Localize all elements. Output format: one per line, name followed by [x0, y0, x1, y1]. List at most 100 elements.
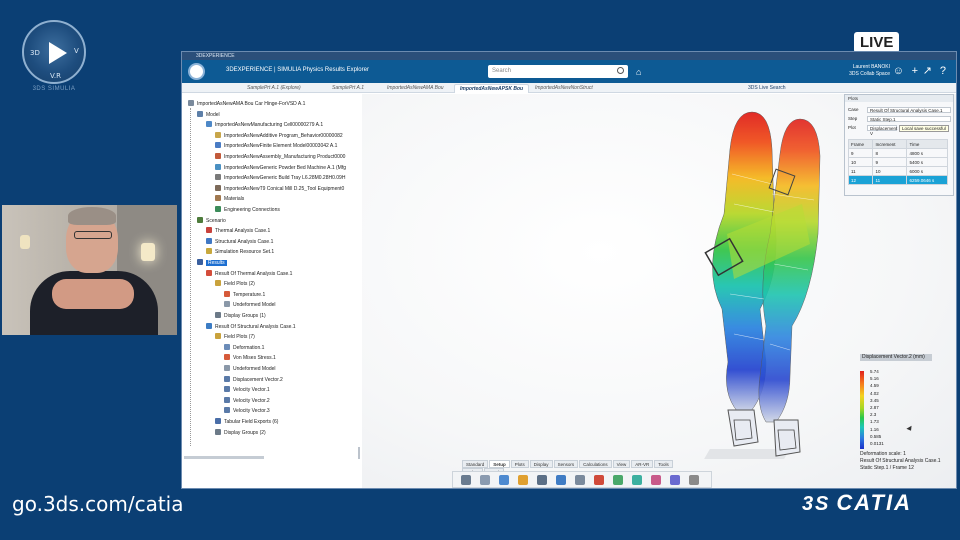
tag-icon[interactable]: ⌂ — [636, 67, 641, 77]
step-label: Step — [848, 116, 858, 121]
tree-node[interactable]: Scenario — [197, 216, 226, 225]
tree-node[interactable]: Field Plots (2) — [215, 280, 255, 288]
camera-icon[interactable] — [537, 475, 547, 485]
table-row-selected[interactable]: 12 11 6259.0646 s — [847, 175, 948, 185]
action-bar: Standard Setup Plots Display Sensors Calculat… — [452, 460, 712, 488]
3d-vr-badge-logo: 3D V V.R — [22, 20, 86, 84]
undo-icon[interactable] — [461, 475, 471, 485]
specification-tree[interactable]: ImportedAsNewAMA Bou Car Hinge-ForVSD A.… — [184, 100, 364, 480]
col-frame[interactable]: Frame — [847, 139, 874, 149]
action-tab[interactable]: Setup — [489, 460, 510, 468]
action-tab[interactable]: Display — [529, 460, 553, 468]
tree-node[interactable]: Thermal Analysis Case.1 — [206, 227, 270, 235]
search-input[interactable]: Search — [488, 65, 628, 78]
tree-node[interactable]: Materials — [215, 195, 244, 203]
tab-imported-apsk[interactable]: ImportedAsNewAPSK Bou — [454, 84, 530, 93]
tree-node[interactable]: Field Plots (7) — [215, 333, 255, 341]
tree-node-label: Field Plots (7) — [224, 334, 255, 341]
action-tab[interactable]: Calculations — [579, 460, 612, 468]
animate-icon[interactable] — [613, 475, 623, 485]
tree-node[interactable]: ImportedAsNewManufacturing Cell00000279 … — [206, 121, 323, 129]
tree-scrollbar[interactable] — [184, 456, 264, 459]
table-row[interactable]: 10 9 5400 s — [847, 157, 948, 167]
tree-node-icon — [224, 407, 230, 414]
tree-node[interactable]: Displacement Vector.2 — [224, 375, 283, 384]
tab-imported-ama[interactable]: ImportedAsNewAMA Bou — [382, 84, 449, 93]
tree-node[interactable]: Undeformed Model — [224, 301, 276, 309]
tree-node[interactable]: ImportedAsNewFinite Element Model0000304… — [215, 142, 337, 150]
tree-node[interactable]: ImportedAsNewT9 Conical Mill D.25_Tool E… — [215, 184, 344, 193]
legend-value: 5.16 — [870, 376, 879, 382]
step-select[interactable]: Static Step.1 — [867, 116, 951, 122]
share-icon[interactable]: ↗ — [923, 65, 932, 77]
tree-node-icon — [215, 428, 221, 435]
action-tab[interactable]: Standard — [462, 460, 489, 468]
plot-select[interactable]: Displacement V — [867, 125, 897, 136]
legend-title[interactable]: Displacement Vector.2 (mm) — [860, 354, 932, 361]
tree-node-icon — [224, 365, 230, 371]
tree-node[interactable]: Velocity Vector.2 — [224, 396, 270, 405]
legend-value: 2.87 — [870, 405, 879, 410]
action-tab[interactable]: Plots — [510, 460, 529, 468]
tree-node[interactable]: ImportedAsNewGeneric Powder Bed Machine … — [215, 163, 346, 172]
col-time[interactable]: Time — [906, 139, 948, 149]
clip-icon[interactable] — [651, 475, 661, 485]
frames-table[interactable]: Frame Increment Time 9 8 4800 s 10 9 5400 s … — [847, 139, 948, 185]
search-icon[interactable] — [617, 67, 624, 74]
tree-node-label: Tabular Field Exports (6) — [224, 419, 279, 425]
legend-value: 3.45 — [870, 397, 879, 403]
model-icon[interactable] — [499, 475, 509, 485]
tree-node-icon — [215, 174, 221, 181]
tree-node[interactable]: Velocity Vector.1 — [224, 386, 270, 394]
tree-node[interactable]: Result Of Structural Analysis Case.1 — [206, 322, 296, 331]
panel-splitter[interactable] — [358, 447, 360, 459]
tree-node[interactable]: Temperature.1 — [224, 290, 265, 299]
tab-sampleprt-explore[interactable]: SamplePrt A.1 (Explore) — [242, 84, 306, 93]
help-icon[interactable]: ? — [940, 65, 946, 77]
tree-node[interactable]: Deformation.1 — [224, 343, 264, 352]
action-tab[interactable]: View — [612, 460, 631, 468]
tree-node-icon — [215, 206, 221, 212]
live-search-link[interactable]: 3DS Live Search — [748, 85, 786, 91]
tree-node[interactable]: ImportedAsNewAdditive Program_Behavior00… — [215, 131, 343, 140]
tree-node[interactable]: Undeformed Model — [224, 365, 276, 373]
compass-icon[interactable] — [188, 63, 205, 80]
cube-icon[interactable] — [480, 475, 490, 485]
tree-node[interactable]: Velocity Vector.3 — [224, 407, 270, 415]
tree-node[interactable]: Engineering Connections — [215, 206, 280, 214]
compare-icon[interactable] — [670, 475, 680, 485]
table-row[interactable]: 9 8 4800 s — [847, 148, 948, 158]
tree-node[interactable]: Model — [197, 110, 220, 119]
action-tab[interactable]: Tools — [654, 460, 673, 468]
action-tab[interactable]: Sensors — [553, 460, 579, 468]
tree-node[interactable]: Result Of Thermal Analysis Case.1 — [206, 269, 292, 278]
axis-icon[interactable] — [594, 475, 604, 485]
settings-icon[interactable] — [689, 475, 699, 485]
palette-icon[interactable] — [518, 475, 528, 485]
tree-node[interactable]: Simulation Resource Set.1 — [206, 248, 274, 256]
person-icon[interactable]: ☺ — [893, 65, 904, 77]
table-icon[interactable] — [556, 475, 566, 485]
col-increment[interactable]: Increment — [872, 139, 908, 149]
tree-node[interactable]: Display Groups (1) — [215, 312, 266, 320]
plus-icon[interactable]: + — [912, 65, 918, 77]
tree-node[interactable]: ImportedAsNewAssembly_Manufacturing Prod… — [215, 153, 345, 161]
user-info[interactable]: Laurent BANOKI 3DS Collab Space — [849, 64, 890, 78]
plot-label: Plot — [848, 125, 856, 130]
sensor-icon[interactable] — [632, 475, 642, 485]
tree-node[interactable]: Tabular Field Exports (6) — [215, 418, 278, 426]
legend-value: 4.02 — [870, 390, 879, 396]
tab-sampleprt[interactable]: SamplePrt A.1 — [327, 84, 369, 93]
tree-node[interactable]: ImportedAsNewGeneric Build Tray L6.28M0.… — [215, 174, 345, 182]
tree-node[interactable]: Results — [197, 259, 227, 267]
tree-node[interactable]: ImportedAsNewAMA Bou Car Hinge-ForVSD A.… — [188, 100, 305, 108]
tree-node[interactable]: Von Mises Stress.1 — [224, 354, 276, 362]
table-row[interactable]: 11 10 6000 s — [847, 166, 948, 176]
tab-imported-nonstruct[interactable]: ImportedAsNewNonStruct — [530, 84, 598, 93]
case-select[interactable]: Result Of Structural Analysis Case.1 — [867, 107, 951, 113]
tree-node[interactable]: Display Groups (2) — [215, 428, 266, 437]
probe-icon[interactable] — [575, 475, 585, 485]
app-brand: 3DEXPERIENCE | SIMULIA Physics Results E… — [226, 67, 369, 73]
action-tab[interactable]: AR-VR — [631, 460, 654, 468]
tree-node[interactable]: Structural Analysis Case.1 — [206, 237, 273, 246]
